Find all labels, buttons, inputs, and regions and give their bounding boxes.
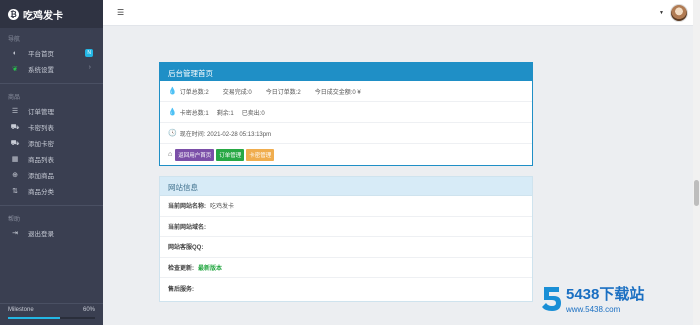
- milestone: Milestone 60%: [0, 303, 103, 325]
- leaf-icon: ❦: [12, 66, 18, 73]
- site-qq-row: 网站客服QQ:: [160, 237, 532, 258]
- topbar: ☰ ▼: [103, 0, 700, 26]
- site-domain-row: 当前网站域名:: [160, 217, 532, 237]
- milestone-progress-bar: [8, 317, 95, 319]
- today-orders: 今日订单数:2: [265, 89, 301, 96]
- site-name-value: 吃鸡发卡: [210, 204, 235, 211]
- order-manage-button[interactable]: 订单管理: [216, 148, 245, 161]
- update-check-value: 最新版本: [198, 265, 223, 272]
- sidebar-item-goods-list[interactable]: ▦ 商品列表: [0, 151, 103, 167]
- sidebar-item-logout[interactable]: ⇥ 退出登录: [0, 225, 103, 241]
- sidebar-item-home[interactable]: ◐ 平台首页 N: [0, 45, 103, 61]
- drop-icon: 💧: [168, 109, 177, 116]
- card-stats-row: 💧 卡密总数:1 剩余:1 已卖出:0: [160, 102, 532, 123]
- after-sales-row: 售后服务:: [160, 278, 532, 299]
- brand[interactable]: ₿ 吃鸡发卡: [0, 0, 103, 28]
- sidebar-item-card-list[interactable]: ⛟ 卡密列表: [0, 119, 103, 135]
- chevron-right-icon: ›: [88, 64, 91, 71]
- after-sales-label: 售后服务:: [168, 286, 194, 293]
- page-scrollbar[interactable]: [693, 0, 700, 325]
- sidebar: ₿ 吃鸡发卡 导航 ◐ 平台首页 N ❦ 系统设置 › 商品 ☰ 订单管理 ⛟ …: [0, 0, 103, 325]
- sidebar-item-label: 平台首页: [28, 51, 54, 58]
- sidebar-item-label: 退出登录: [28, 231, 54, 238]
- site-info-panel: 网站信息 当前网站名称: 吃鸡发卡 当前网站域名: 网站客服QQ: 检查更新: …: [159, 176, 533, 302]
- sidebar-divider: [0, 205, 103, 206]
- nav-group-title: 导航: [8, 37, 21, 43]
- sort-icon: ⇅: [12, 188, 18, 195]
- site-name-label: 当前网站名称:: [168, 204, 206, 211]
- caret-down-icon: ▼: [659, 10, 664, 16]
- watermark: 5438下载站 www.5438.com: [540, 283, 644, 314]
- sidebar-item-label: 添加卡密: [28, 141, 54, 148]
- avatar[interactable]: [670, 4, 688, 22]
- home-icon: ⌂: [168, 151, 173, 158]
- admin-home-panel: 后台管理首页 💧 订单总数:2 交易完成:0 今日订单数:2 今日成交金额:0 …: [159, 62, 533, 166]
- grid-icon: ▦: [11, 156, 19, 163]
- milestone-label: Milestone: [8, 307, 34, 313]
- sidebar-item-label: 卡密列表: [28, 125, 54, 132]
- sidebar-item-orders[interactable]: ☰ 订单管理: [0, 103, 103, 119]
- current-time: 现在时间: 2021-02-28 05:13:13pm: [179, 131, 272, 138]
- list-icon: ☰: [11, 108, 19, 115]
- goods-group-title: 商品: [8, 95, 21, 101]
- update-check-row: 检查更新: 最新版本: [160, 258, 532, 278]
- order-stats-row: 💧 订单总数:2 交易完成:0 今日订单数:2 今日成交金额:0 ¥: [160, 81, 532, 102]
- cards-remaining: 剩余:1: [216, 110, 234, 117]
- sidebar-item-goods-category[interactable]: ⇅ 商品分类: [0, 183, 103, 199]
- watermark-title: 5438下载站: [566, 286, 645, 303]
- sidebar-item-label: 系统设置: [28, 67, 54, 74]
- today-amount: 今日成交金额:0 ¥: [314, 89, 361, 96]
- cards-total: 卡密总数:1: [179, 110, 209, 117]
- site-qq-label: 网站客服QQ:: [168, 245, 204, 252]
- brand-name: 吃鸡发卡: [23, 10, 63, 22]
- sidebar-item-label: 订单管理: [28, 109, 54, 116]
- sidebar-item-add-card[interactable]: ⛟ 添加卡密: [0, 135, 103, 151]
- drop-icon: 💧: [168, 88, 177, 95]
- plus-circle-icon: ⊕: [12, 172, 18, 179]
- dashboard-icon: ◐: [12, 49, 18, 57]
- panel-title: 后台管理首页: [160, 63, 532, 81]
- clock-icon: 🕓: [168, 130, 177, 137]
- orders-total: 订单总数:2: [179, 89, 209, 96]
- site-name-row: 当前网站名称: 吃鸡发卡: [160, 196, 532, 217]
- milestone-value: 60%: [82, 307, 95, 313]
- site-domain-label: 当前网站域名:: [168, 224, 206, 231]
- logout-icon: ⇥: [12, 230, 18, 237]
- sidebar-item-add-goods[interactable]: ⊕ 添加商品: [0, 167, 103, 183]
- time-row: 🕓 现在时间: 2021-02-28 05:13:13pm: [160, 123, 532, 144]
- bitcoin-icon: ₿: [8, 8, 19, 20]
- cart-icon: ⛟: [10, 123, 20, 131]
- update-check-label: 检查更新:: [168, 265, 194, 272]
- sidebar-divider: [0, 83, 103, 84]
- panel-title: 网站信息: [160, 177, 532, 196]
- sidebar-item-label: 添加商品: [28, 173, 54, 180]
- sidebar-item-label: 商品分类: [28, 189, 54, 196]
- app-root: ₿ 吃鸡发卡 导航 ◐ 平台首页 N ❦ 系统设置 › 商品 ☰ 订单管理 ⛟ …: [0, 0, 700, 325]
- watermark-url: www.5438.com: [566, 305, 621, 314]
- watermark-logo-icon: [542, 286, 561, 311]
- user-menu[interactable]: ▼: [659, 4, 688, 22]
- cards-sold: 已卖出:0: [241, 110, 265, 117]
- menu-toggle-icon[interactable]: ☰: [117, 8, 124, 17]
- help-group-title: 帮助: [8, 217, 21, 223]
- quick-links-row: ⌂ 返回用户首页 订单管理 卡密管理: [160, 144, 532, 165]
- back-to-user-home-button[interactable]: 返回用户首页: [175, 148, 215, 161]
- milestone-progress-fill: [8, 317, 61, 319]
- new-badge: N: [85, 49, 93, 57]
- sidebar-item-settings[interactable]: ❦ 系统设置 ›: [0, 61, 103, 77]
- card-manage-button[interactable]: 卡密管理: [246, 148, 275, 161]
- scrollbar-thumb[interactable]: [694, 180, 699, 206]
- cart-plus-icon: ⛟: [10, 139, 20, 147]
- sidebar-item-label: 商品列表: [28, 157, 54, 164]
- deals-done: 交易完成:0: [222, 89, 252, 96]
